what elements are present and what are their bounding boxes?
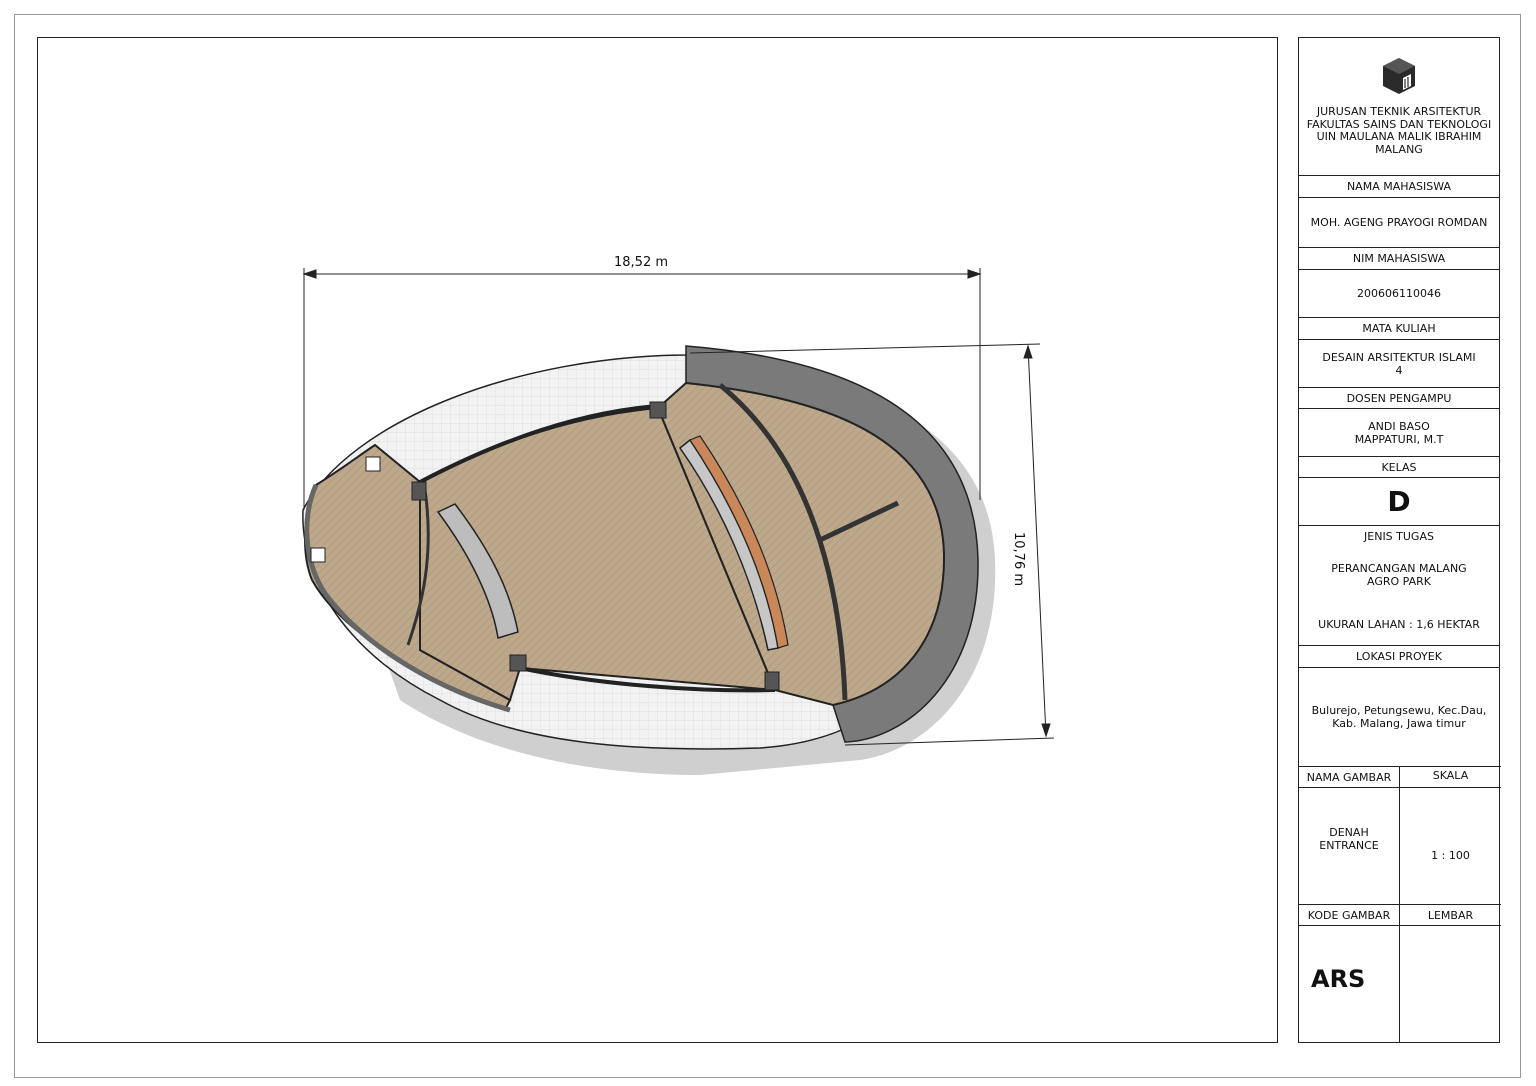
column [509, 654, 527, 672]
student-name: MOH. AGENG PRAYOGI ROMDAN [1299, 197, 1499, 247]
institution-name: JURUSAN TEKNIK ARSITEKTUR FAKULTAS SAINS… [1306, 105, 1492, 156]
drawing-code: ARS [1299, 925, 1400, 1042]
drawing-code-label: KODE GAMBAR [1299, 904, 1400, 925]
dimension-width-label: 18,52 m [614, 255, 669, 270]
land-size: UKURAN LAHAN : 1,6 HEKTAR [1318, 617, 1480, 631]
student-name-label: NAMA MAHASISWA [1299, 175, 1499, 197]
sheet-value [1400, 925, 1501, 1042]
location-label: LOKASI PROYEK [1299, 645, 1499, 667]
task-label: JENIS TUGAS [1299, 525, 1499, 547]
scale-label: SKALA [1400, 766, 1501, 787]
lecturer-label: DOSEN PENGAMPU [1299, 387, 1499, 408]
course-label: MATA KULIAH [1299, 317, 1499, 339]
class-label: KELAS [1299, 456, 1499, 477]
scale-value: 1 : 100 [1400, 787, 1501, 904]
column [649, 401, 667, 419]
planter [310, 547, 326, 563]
title-block: JURUSAN TEKNIK ARSITEKTUR FAKULTAS SAINS… [1298, 37, 1501, 1043]
task-value: PERANCANGAN MALANG AGRO PARK [1331, 562, 1467, 588]
class-value: D [1299, 477, 1499, 525]
planter [365, 456, 381, 472]
column [411, 481, 427, 501]
nim-label: NIM MAHASISWA [1299, 247, 1499, 269]
sheet-label: LEMBAR [1400, 904, 1501, 925]
drawing-name: DENAH ENTRANCE [1299, 787, 1400, 904]
course-value: DESAIN ARSITEKTUR ISLAMI 4 [1299, 339, 1499, 387]
cube-logo-icon [1383, 58, 1415, 94]
column [764, 671, 780, 691]
location-value: Bulurejo, Petungsewu, Kec.Dau, Kab. Mala… [1299, 667, 1499, 766]
nim-value: 200606110046 [1299, 269, 1499, 317]
drawing-name-label: NAMA GAMBAR [1299, 766, 1400, 787]
dimension-height-label: 10,76 m [1011, 532, 1026, 587]
lecturer-value: ANDI BASO MAPPATURI, M.T [1299, 408, 1499, 456]
